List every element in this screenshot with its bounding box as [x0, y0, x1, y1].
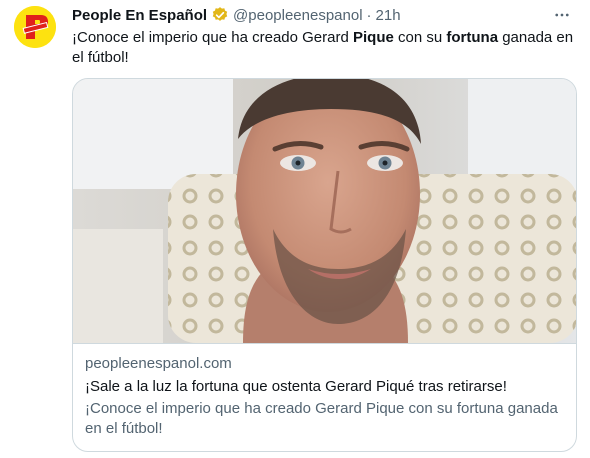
card-body[interactable]: peopleenespanol.com ¡Sale a la luz la fo… — [73, 343, 576, 451]
link-card[interactable]: peopleenespanol.com ¡Sale a la luz la fo… — [72, 78, 577, 452]
card-image[interactable] — [73, 79, 576, 343]
card-title[interactable]: ¡Sale a la luz la fortuna que ostenta Ge… — [85, 377, 566, 397]
tweet-text: ¡Conoce el imperio que ha creado Gerard … — [72, 28, 577, 68]
text-bold-fortune: fortuna — [446, 29, 499, 46]
text-part: con su — [393, 29, 447, 46]
avatar[interactable] — [14, 6, 56, 48]
card-domain[interactable]: peopleenespanol.com — [85, 354, 566, 374]
timestamp[interactable]: 21h — [376, 7, 401, 24]
more-icon[interactable] — [550, 3, 574, 27]
handle[interactable]: @peopleenespanol — [233, 7, 363, 24]
verified-badge-icon — [211, 6, 229, 24]
separator: · — [366, 6, 372, 24]
people-logo-icon — [14, 6, 56, 48]
card-description[interactable]: ¡Conoce el imperio que ha creado Gerard … — [85, 399, 566, 439]
tweet[interactable]: People En Español @peopleenespanol · 21h… — [0, 0, 590, 458]
display-name[interactable]: People En Español — [72, 7, 207, 24]
tweet-header: People En Español @peopleenespanol · 21h — [72, 5, 401, 25]
text-bold-name: Pique — [353, 29, 394, 46]
text-part: ¡Conoce el imperio que ha creado Gerard — [72, 29, 353, 46]
